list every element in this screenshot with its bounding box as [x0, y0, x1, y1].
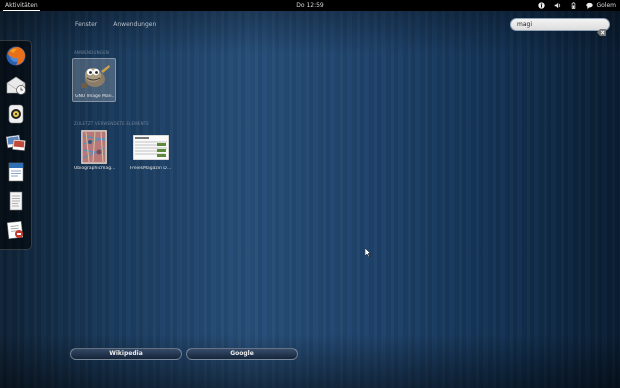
google-search-button[interactable]: Google: [186, 348, 298, 360]
gimp-result-label: GNU Image Man...: [75, 94, 115, 99]
dash: [0, 40, 32, 250]
tab-applications[interactable]: Anwendungen: [110, 20, 159, 29]
recent-items-section-title: ZULETZT VERWENDETE ELEMENTE: [74, 121, 150, 126]
writer-document-icon[interactable]: [5, 161, 27, 183]
file-roller-icon[interactable]: [5, 219, 27, 241]
clear-search-icon[interactable]: [597, 21, 606, 36]
mouse-pointer-icon: [365, 248, 371, 257]
shotwell-photos-icon[interactable]: [5, 132, 27, 154]
gimp-icon: [81, 65, 110, 88]
top-bar: Aktivitäten Do 12:59 Golem: [0, 0, 620, 11]
firefox-icon[interactable]: [5, 45, 27, 67]
volume-icon[interactable]: [554, 2, 561, 9]
search-input[interactable]: magi: [510, 18, 610, 36]
document-result-freiesmagazin[interactable]: FreiesMagazin D...: [130, 128, 174, 174]
user-name: Golem: [596, 2, 616, 9]
document-result-ubiographic-label: Ubiographicmag...: [74, 166, 116, 171]
tab-windows[interactable]: Fenster: [72, 20, 100, 29]
wikipedia-search-button[interactable]: Wikipedia: [70, 348, 182, 360]
accessibility-icon[interactable]: [538, 2, 546, 9]
chat-status-icon: [586, 2, 594, 9]
battery-icon[interactable]: [570, 2, 577, 9]
rhythmbox-icon[interactable]: [5, 103, 27, 125]
document-result-freiesmagazin-label: FreiesMagazin D...: [130, 166, 172, 171]
text-editor-icon[interactable]: [5, 190, 27, 212]
status-area: Golem: [538, 0, 616, 11]
search-query: magi: [517, 21, 532, 28]
clock[interactable]: Do 12:59: [0, 0, 620, 11]
document-thumbnail-icon: [133, 135, 169, 160]
applications-section-title: ANWENDUNGEN: [74, 50, 110, 55]
view-tabs: Fenster Anwendungen: [72, 20, 159, 29]
user-menu[interactable]: Golem: [586, 0, 616, 11]
document-result-ubiographic[interactable]: Ubiographicmag...: [72, 128, 118, 174]
gimp-result[interactable]: GNU Image Man...: [72, 58, 116, 102]
image-thumbnail-icon: [81, 130, 107, 164]
evolution-mail-icon[interactable]: [5, 74, 27, 96]
